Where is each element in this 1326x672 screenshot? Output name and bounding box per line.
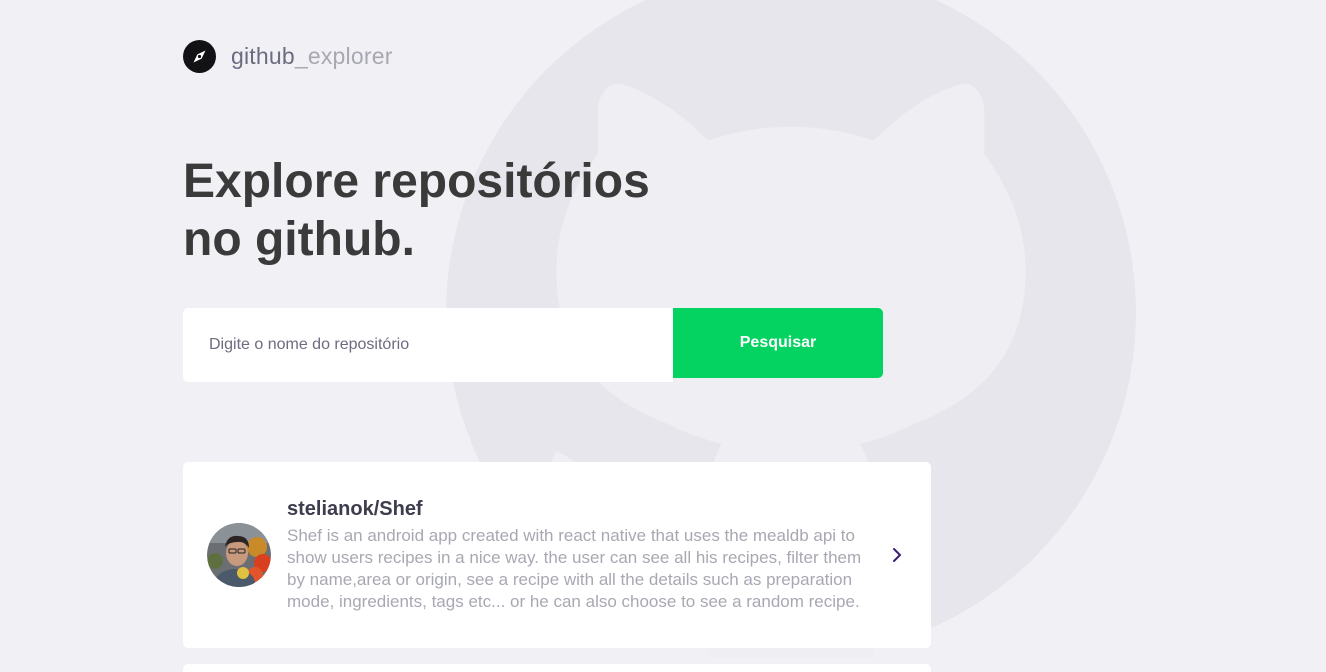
repository-info: stelianok/Shef Shef is an android app cr… [287,498,877,613]
next-repository-card[interactable] [183,664,931,672]
page-title: Explore repositórios no github. [183,155,650,266]
repository-search-input[interactable] [183,308,673,382]
search-button[interactable]: Pesquisar [673,308,883,378]
brand-name-github: github [231,43,295,69]
brand-name: github_explorer [231,43,393,70]
search-form: Pesquisar [183,308,883,382]
repository-list: stelianok/Shef Shef is an android app cr… [183,462,931,672]
brand-logo: github_explorer [183,40,393,73]
repository-card[interactable]: stelianok/Shef Shef is an android app cr… [183,462,931,648]
brand-name-explorer: _explorer [294,43,393,69]
user-avatar [207,523,271,587]
repository-description: Shef is an android app created with reac… [287,525,862,611]
chevron-right-icon [893,548,901,562]
repository-name: stelianok/Shef [287,497,423,520]
compass-icon [183,40,216,73]
